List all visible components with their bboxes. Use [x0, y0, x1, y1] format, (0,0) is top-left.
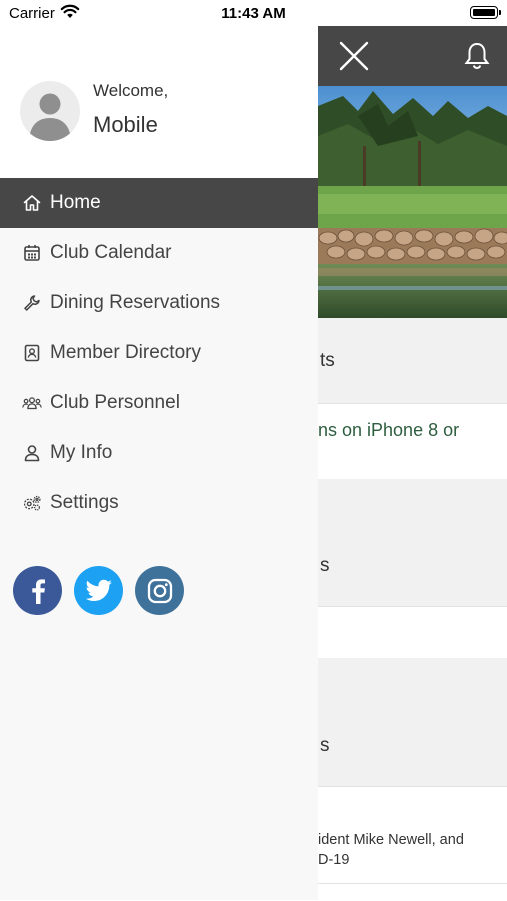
background-section-header: s: [318, 658, 507, 786]
background-article-row[interactable]: ident Mike Newell, and D-19: [318, 786, 507, 884]
avatar[interactable]: [20, 81, 80, 141]
close-icon[interactable]: [338, 40, 370, 72]
menu-item-club-personnel[interactable]: Club Personnel: [0, 378, 318, 428]
instagram-icon[interactable]: [135, 566, 184, 615]
profile-header: Welcome, Mobile: [0, 26, 318, 178]
calendar-icon: [22, 243, 42, 263]
gears-icon: [22, 493, 42, 513]
people-icon: [22, 393, 42, 413]
menu-item-label: Home: [50, 192, 101, 213]
background-section-title: s: [320, 555, 330, 576]
menu-item-my-info[interactable]: My Info: [0, 428, 318, 478]
background-section-header: ts: [318, 318, 507, 403]
menu-item-label: My Info: [50, 442, 113, 463]
clock: 11:43 AM: [221, 5, 286, 22]
directory-icon: [22, 343, 42, 363]
background-empty-row: [318, 606, 507, 659]
wrench-icon: [22, 293, 42, 313]
golf-course-image: [318, 86, 507, 318]
background-section-title: ts: [320, 350, 335, 371]
menu-item-settings[interactable]: Settings: [0, 478, 318, 528]
bell-icon[interactable]: [462, 41, 492, 71]
battery-icon: [470, 6, 501, 19]
home-icon: [22, 193, 42, 213]
menu-item-label: Dining Reservations: [50, 292, 221, 313]
background-article-line: ident Mike Newell, and: [318, 832, 464, 848]
navigation-drawer: Welcome, Mobile Home Club Calendar Dinin…: [0, 26, 318, 900]
background-row: [318, 883, 507, 901]
user-icon: [22, 443, 42, 463]
drawer-menu: Home Club Calendar Dining Reservations M…: [0, 178, 318, 528]
menu-item-home[interactable]: Home: [0, 178, 318, 228]
menu-item-label: Settings: [50, 492, 119, 513]
menu-item-label: Club Personnel: [50, 392, 180, 413]
menu-item-label: Member Directory: [50, 342, 201, 363]
background-section-header: s: [318, 479, 507, 606]
menu-item-member-directory[interactable]: Member Directory: [0, 328, 318, 378]
background-link-text: ns on iPhone 8 or: [318, 420, 460, 440]
menu-item-club-calendar[interactable]: Club Calendar: [0, 228, 318, 278]
menu-item-label: Club Calendar: [50, 242, 172, 263]
background-link-row[interactable]: ns on iPhone 8 or: [318, 403, 507, 480]
status-bar: Carrier 11:43 AM: [0, 0, 507, 26]
welcome-text: Welcome,: [93, 81, 169, 100]
username: Mobile: [93, 112, 158, 137]
background-section-title: s: [320, 735, 330, 756]
twitter-icon[interactable]: [74, 566, 123, 615]
facebook-icon[interactable]: [13, 566, 62, 615]
background-article-line: D-19: [318, 852, 350, 868]
menu-item-dining-reservations[interactable]: Dining Reservations: [0, 278, 318, 328]
social-links: [13, 566, 196, 615]
